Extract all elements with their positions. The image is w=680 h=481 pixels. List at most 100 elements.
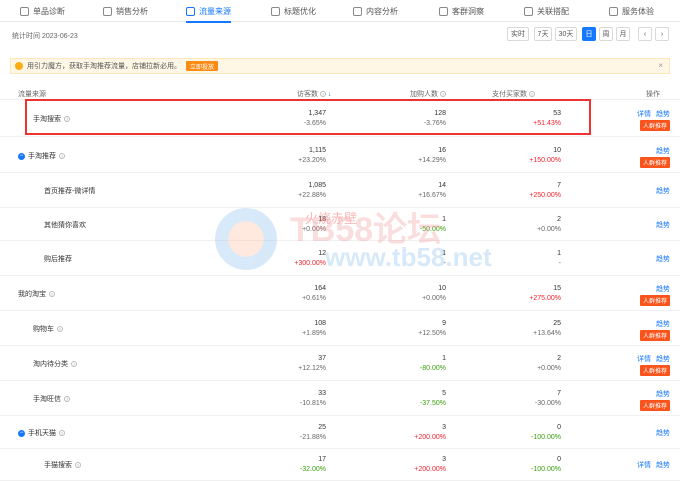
trend-link[interactable]: 趋势 [656, 460, 670, 470]
metric-change: +250.00% [529, 192, 561, 199]
source-name: − 手淘推荐? [18, 151, 65, 161]
crowd-recommend-button[interactable]: 人群推荐 [639, 400, 670, 411]
help-icon[interactable]: ? [319, 91, 326, 97]
detail-link[interactable]: 详情 [637, 109, 651, 119]
tab-1[interactable]: 销售分析 [103, 0, 148, 22]
row-actions: 趋势 [656, 254, 670, 264]
trend-link[interactable]: 趋势 [656, 146, 670, 156]
time-btn-1[interactable]: 7天 [534, 27, 552, 41]
close-icon[interactable]: × [658, 61, 663, 70]
help-icon[interactable]: ? [59, 430, 65, 436]
chevron-right-icon[interactable]: › [655, 27, 669, 41]
metric-value: 1,347 [308, 110, 326, 117]
notice-icon [15, 62, 23, 70]
collapse-icon[interactable]: − [18, 152, 25, 160]
tab-0[interactable]: 单品诊断 [20, 0, 65, 22]
metric-cell: 9 +12.50% [418, 319, 446, 339]
trend-link[interactable]: 趋势 [656, 354, 670, 364]
tab-3[interactable]: 标题优化 [271, 0, 316, 22]
tab-5[interactable]: 客群洞察 [439, 0, 484, 22]
row-actions: 趋势 [656, 186, 670, 196]
table-row: 手淘搜索? 1,347 -3.65% 128 -3.76% 53 +51.43% 详情 趋势 人群… [0, 100, 680, 137]
table-header: 流量来源 访客数 ? ↓ 加购人数 ? 支付买家数 ? 操作 [0, 86, 680, 100]
tab-2[interactable]: 流量来源 [186, 0, 231, 23]
trend-link[interactable]: 趋势 [656, 428, 670, 438]
detail-link[interactable]: 详情 [637, 354, 651, 364]
help-icon[interactable]: ? [439, 91, 446, 97]
help-icon[interactable]: ? [64, 396, 70, 402]
help-icon[interactable]: ? [528, 91, 535, 97]
time-btn-3[interactable]: 日 [582, 27, 596, 41]
metric-cell: 7 +250.00% [529, 181, 561, 201]
metric-change: +12.12% [298, 365, 326, 372]
trend-link[interactable]: 趋势 [656, 254, 670, 264]
crowd-recommend-button[interactable]: 人群推荐 [639, 120, 670, 131]
metric-cell: 10 +0.00% [422, 284, 446, 304]
row-actions: 趋势 [656, 428, 670, 438]
metric-value: 1 [442, 250, 446, 257]
help-icon[interactable]: ? [49, 291, 55, 297]
source-name: 首页推荐-微详情 [44, 186, 95, 196]
trend-link[interactable]: 趋势 [656, 186, 670, 196]
metric-value: 9 [442, 320, 446, 327]
metric-value: 16 [438, 147, 446, 154]
help-icon[interactable]: ? [71, 361, 77, 367]
metric-cell: 1- [557, 249, 561, 269]
metric-change: +200.00% [414, 434, 446, 441]
metric-cell: 108 +1.89% [302, 319, 326, 339]
tab-4[interactable]: 内容分析 [353, 0, 398, 22]
time-btn-2[interactable]: 30天 [555, 27, 577, 41]
metric-value: 0 [557, 424, 561, 431]
metric-cell: 2 +0.00% [537, 215, 561, 235]
tab-label: 内容分析 [366, 6, 398, 16]
header-visitors[interactable]: 访客数 ? ↓ [297, 89, 331, 99]
metric-value: 25 [318, 424, 326, 431]
trend-link[interactable]: 趋势 [656, 109, 670, 119]
help-icon[interactable]: ? [75, 462, 81, 468]
sort-desc-icon[interactable]: ↓ [328, 91, 332, 98]
row-actions: 详情 趋势 人群推荐 [637, 109, 670, 131]
metric-value: 37 [318, 355, 326, 362]
trend-link[interactable]: 趋势 [656, 220, 670, 230]
time-btn-4[interactable]: 周 [599, 27, 613, 41]
crowd-recommend-button[interactable]: 人群推荐 [639, 365, 670, 376]
table-row: 手猫搜索? 17 -32.00% 3 +200.00% 0 -100.00% 详情 趋势 [0, 449, 680, 481]
help-icon[interactable]: ? [57, 326, 63, 332]
metric-value: 18 [318, 216, 326, 223]
metric-cell: 0 -100.00% [531, 455, 561, 475]
metric-change: +0.00% [302, 226, 326, 233]
metric-change: +275.00% [529, 295, 561, 302]
row-actions: 趋势 人群推荐 [639, 389, 670, 411]
source-name: 手淘搜索? [33, 114, 70, 124]
help-icon[interactable]: ? [64, 116, 70, 122]
metric-change: +51.43% [533, 120, 561, 127]
crowd-recommend-button[interactable]: 人群推荐 [639, 295, 670, 306]
row-actions: 趋势 人群推荐 [639, 284, 670, 306]
time-btn-5[interactable]: 月 [616, 27, 630, 41]
table-row: 我的淘宝? 164 +0.61% 10 +0.00% 15 +275.00% 趋势 人群推荐 [0, 276, 680, 311]
notice-button[interactable]: 立即投放 [186, 61, 219, 71]
detail-link[interactable]: 详情 [637, 460, 651, 470]
time-btn-0[interactable]: 实时 [507, 27, 529, 41]
metric-cell: 3 +200.00% [414, 423, 446, 443]
crowd-recommend-button[interactable]: 人群推荐 [639, 330, 670, 341]
crowd-recommend-button[interactable]: 人群推荐 [639, 157, 670, 168]
chart-icon [103, 6, 112, 16]
metric-change: +0.00% [537, 226, 561, 233]
source-name: 淘内待分类? [33, 359, 77, 369]
help-icon[interactable]: ? [59, 153, 65, 159]
chevron-left-icon[interactable]: ‹ [638, 27, 652, 41]
trend-link[interactable]: 趋势 [656, 319, 670, 329]
collapse-icon[interactable]: − [18, 429, 25, 437]
source-name: 我的淘宝? [18, 289, 55, 299]
metric-value: 1 [442, 355, 446, 362]
tab-7[interactable]: 服务体验 [609, 0, 654, 22]
table-row: − 手机天猫? 25 -21.88% 3 +200.00% 0 -100.00% 趋势 [0, 416, 680, 449]
metric-cell: 1,347 -3.65% [304, 109, 326, 129]
metric-cell: 164 +0.61% [302, 284, 326, 304]
metric-cell: 1 -50.00% [420, 215, 446, 235]
trend-link[interactable]: 趋势 [656, 284, 670, 294]
tab-6[interactable]: 关联搭配 [524, 0, 569, 22]
metric-value: 7 [557, 390, 561, 397]
trend-link[interactable]: 趋势 [656, 389, 670, 399]
